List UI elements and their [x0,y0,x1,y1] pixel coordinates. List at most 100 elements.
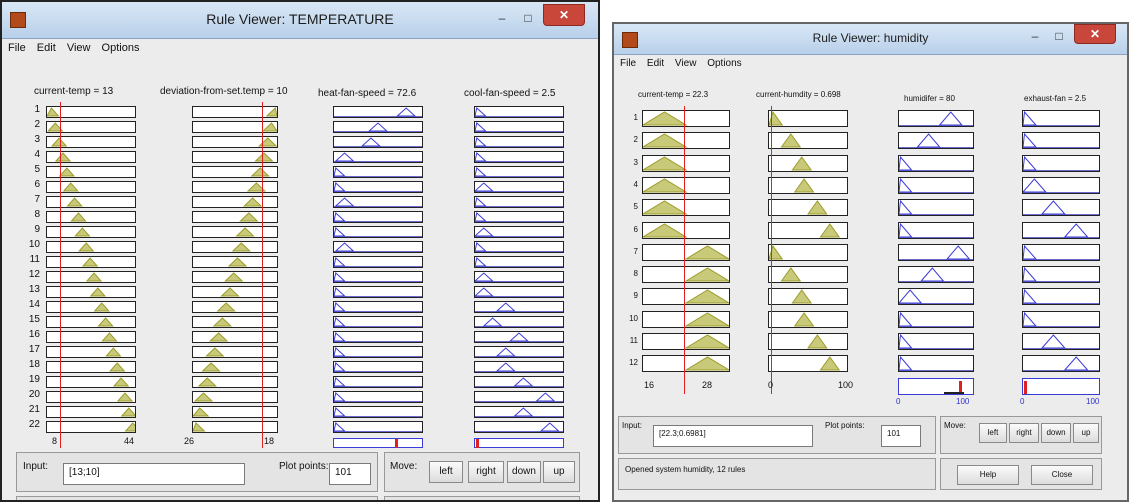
current-humidity-mf-cell [768,266,848,284]
input-field[interactable]: [22.3;0.6981] [653,425,813,447]
current-humidity-mf-cell [768,355,848,373]
menu-bar: File Edit View Options [2,42,598,54]
rule-number: 11 [29,254,40,265]
move-panel: Move: left right down up [384,452,580,492]
close-button[interactable]: Close [1031,465,1093,485]
current-humidity-mf-cell [768,243,848,261]
move-label: Move: [944,421,966,430]
humidifier-mf-cell [898,132,974,150]
move-right-button[interactable]: right [468,461,504,483]
menu-bar: File Edit View Options [614,58,1127,69]
maximize-button[interactable]: □ [1048,26,1070,46]
close-window-button[interactable]: ✕ [1074,24,1116,44]
exhaust-aggregate-plot [1022,378,1100,395]
deviation-mf-cell [192,181,278,193]
minimize-button[interactable]: – [1024,26,1046,46]
humidifier-output-bar [944,392,964,394]
plot-points-field[interactable]: 101 [881,425,921,447]
plot-points-field[interactable]: 101 [329,463,371,485]
axis-min-current-temp: 16 [644,380,655,390]
deviation-input-line[interactable] [262,102,263,448]
deviation-mf-cell [192,241,278,253]
move-label: Move: [390,461,418,472]
input-field[interactable]: [13;10] [63,463,245,485]
cool-fan-mf-cell [474,136,564,148]
deviation-mf-cell [192,106,278,118]
title-bar[interactable]: Rule Viewer: TEMPERATURE – □ ✕ [2,2,598,39]
cool-fan-mf-cell [474,331,564,343]
heat-fan-mf-cell [333,106,423,118]
cool-fan-mf-cell [474,421,564,433]
rule-number: 18 [28,359,40,370]
heat-fan-mf-cell [333,361,423,373]
maximize-button[interactable]: □ [517,8,539,28]
deviation-mf-cell [192,271,278,283]
menu-edit[interactable]: Edit [647,58,664,69]
move-down-button[interactable]: down [507,461,541,483]
menu-edit[interactable]: Edit [37,42,56,54]
plot-points-label: Plot points: [279,461,329,472]
exhaust-fan-mf-cell [1022,355,1100,373]
title-bar[interactable]: Rule Viewer: humidity – □ ✕ [614,24,1127,55]
current-humidity-input-line[interactable] [771,106,772,394]
deviation-mf-cell [192,136,278,148]
current-temp-mf-cell [642,221,730,239]
current-temp-mf-cell [642,288,730,306]
menu-options[interactable]: Options [102,42,140,54]
rule-number: 1 [34,104,40,115]
axis-max-deviation: 18 [264,436,275,446]
heat-fan-mf-cell [333,241,423,253]
cool-fan-mf-cell [474,106,564,118]
close-window-button[interactable]: ✕ [543,4,585,26]
var-label-cool-fan-speed: cool-fan-speed = 2.5 [464,88,556,99]
deviation-mf-cell [192,361,278,373]
var-label-current-temp: current-temp = 22.3 [638,90,709,99]
move-up-button[interactable]: up [1073,423,1099,443]
cool-fan-mf-cell [474,301,564,313]
humidifier-mf-cell [898,199,974,217]
minimize-button[interactable]: – [491,8,513,28]
rule-number: 2 [34,119,40,130]
rule-number: 12 [629,358,638,368]
humidifier-mf-cell [898,154,974,172]
current-humidity-mf-cell [768,132,848,150]
move-down-button[interactable]: down [1041,423,1071,443]
menu-view[interactable]: View [67,42,91,54]
menu-file[interactable]: File [620,58,636,69]
menu-view[interactable]: View [675,58,697,69]
heat-fan-mf-cell [333,286,423,298]
current-humidity-mf-cell [768,333,848,350]
cool-fan-mf-cell [474,211,564,223]
help-button[interactable]: Help [957,465,1019,485]
deviation-mf-cell [192,421,278,433]
menu-file[interactable]: File [8,42,26,54]
exhaust-fan-mf-cell [1022,310,1100,328]
move-up-button[interactable]: up [543,461,575,483]
cool-fan-mf-cell [474,241,564,253]
heat-fan-mf-cell [333,211,423,223]
move-left-button[interactable]: left [429,461,463,483]
rule-number: 14 [28,299,40,310]
help-close-panel: Help Close [940,458,1102,490]
move-right-button[interactable]: right [1009,423,1039,443]
exhaust-fan-mf-cell [1022,333,1100,350]
out-axis-max-exhaust: 100 [1086,397,1100,406]
menu-options[interactable]: Options [707,58,741,69]
input-panel: Input: [13;10] Plot points: 101 [16,452,378,492]
move-left-button[interactable]: left [979,423,1007,443]
rule-number: 7 [34,194,40,205]
rule-number: 12 [28,269,40,280]
humidifier-mf-cell [898,110,974,127]
exhaust-fan-mf-cell [1022,176,1100,194]
current-temp-input-line[interactable] [684,106,685,394]
heat-fan-mf-cell [333,391,423,403]
exhaust-fan-mf-cell [1022,110,1100,127]
current-temp-input-line[interactable] [60,102,61,448]
help-close-panel [384,496,580,500]
exhaust-output-marker [1024,381,1027,394]
input-panel: Input: [22.3;0.6981] Plot points: 101 [618,416,936,454]
exhaust-fan-mf-cell [1022,154,1100,172]
cool-fan-mf-cell [474,226,564,238]
humidifier-mf-cell [898,333,974,350]
rule-number: 6 [633,224,638,234]
